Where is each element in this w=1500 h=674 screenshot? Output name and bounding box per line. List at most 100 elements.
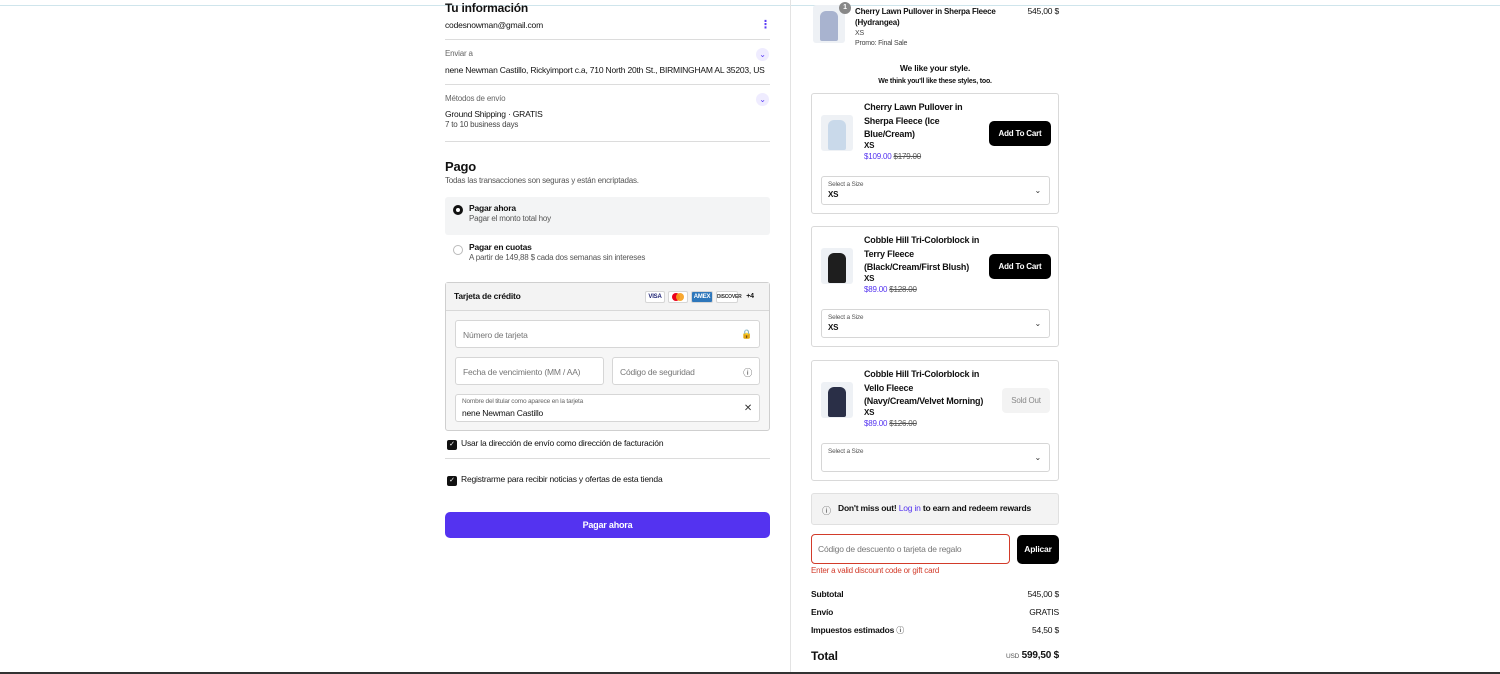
discount-error: Enter a valid discount code or gift card	[811, 566, 940, 575]
recommend-price: $89.00 $128.00	[864, 285, 917, 294]
credit-card-header: Tarjeta de crédito VISA AMEX DISCOVER +4	[446, 283, 769, 311]
recommend-card: Cobble Hill Tri-Colorblock in Terry Flee…	[811, 226, 1059, 347]
size-select-label: Select a Size	[828, 448, 864, 455]
option-title: Pagar en cuotas	[469, 242, 532, 252]
option-sub: Pagar el monto total hoy	[469, 214, 551, 223]
recommend-title: We like your style.	[899, 63, 971, 73]
size-select[interactable]: Select a Size XS ⌄	[821, 309, 1050, 338]
product-photo	[828, 120, 846, 150]
product-image[interactable]	[821, 115, 853, 151]
option-sub: A partir de 149,88 $ cada dos semanas si…	[469, 253, 646, 262]
close-icon[interactable]: ✕	[744, 403, 752, 414]
recommend-card: Cherry Lawn Pullover in Sherpa Fleece (I…	[811, 93, 1059, 214]
lock-icon: 🔒	[740, 329, 752, 339]
visa-icon: VISA	[645, 291, 665, 303]
credit-card-title: Tarjeta de crédito	[454, 291, 521, 301]
cvv-field[interactable]: Código de seguridad ⓘ	[612, 357, 760, 385]
recommend-name[interactable]: Cobble Hill Tri-Colorblock in Vello Flee…	[864, 368, 989, 409]
info-heading: Tu información	[445, 1, 528, 15]
discount-placeholder: Código de descuento o tarjeta de regalo	[818, 544, 962, 554]
shipping-method-value: Ground Shipping · GRATIS	[445, 109, 543, 119]
size-select[interactable]: Select a Size XS ⌄	[821, 176, 1050, 205]
cart-item-price: 545,00 $	[1027, 6, 1060, 16]
chevron-down-icon[interactable]: ⌄	[756, 48, 769, 61]
recommend-size: XS	[864, 274, 875, 283]
discover-icon: DISCOVER	[716, 291, 742, 303]
recommend-price: $89.00 $126.00	[864, 419, 917, 428]
size-select[interactable]: Select a Size ⌄	[821, 443, 1050, 472]
product-photo	[828, 387, 846, 417]
help-circle-icon[interactable]: ⓘ	[743, 366, 752, 379]
size-select-label: Select a Size	[828, 181, 864, 188]
radio-unselected[interactable]	[453, 245, 463, 255]
option-title: Pagar ahora	[469, 203, 516, 213]
sold-out-button: Sold Out	[1002, 388, 1050, 413]
installments-option[interactable]: Pagar en cuotas A partir de 149,88 $ cad…	[445, 238, 770, 268]
billing-checkbox-label: Usar la dirección de envío como direcció…	[461, 438, 664, 448]
rewards-suffix: to earn and redeem rewards	[922, 503, 1032, 513]
card-number-field[interactable]: Número de tarjeta 🔒	[455, 320, 760, 348]
newsletter-checkbox[interactable]: ✓	[447, 476, 457, 486]
shipping-eta: 7 to 10 business days	[445, 120, 519, 129]
radio-selected[interactable]	[453, 205, 463, 215]
currency-label: USD	[1005, 653, 1020, 660]
original-price: $126.00	[889, 419, 917, 428]
total-value: USD 599,50 $	[1006, 650, 1059, 661]
cardholder-field[interactable]: Nombre del titular como aparece en la ta…	[455, 394, 760, 422]
card-number-placeholder: Número de tarjeta	[463, 330, 528, 340]
recommend-name[interactable]: Cherry Lawn Pullover in Sherpa Fleece (I…	[864, 101, 984, 142]
payment-subtitle: Todas las transacciones son seguras y es…	[445, 176, 639, 185]
add-to-cart-button[interactable]: Add To Cart	[989, 254, 1051, 279]
chevron-down-icon: ⌄	[1034, 453, 1041, 462]
chevron-down-icon: ⌄	[1034, 186, 1041, 195]
expiry-field[interactable]: Fecha de vencimiento (MM / AA)	[455, 357, 604, 385]
pay-now-option[interactable]: Pagar ahora Pagar el monto total hoy	[445, 197, 770, 235]
original-price: $128.00	[889, 285, 917, 294]
account-email: codesnowman@gmail.com	[445, 20, 543, 30]
billing-checkbox[interactable]: ✓	[447, 440, 457, 450]
cardholder-value: nene Newman Castillo	[462, 408, 544, 418]
more-vertical-icon[interactable]: ⋮	[760, 18, 771, 31]
divider	[445, 84, 770, 85]
recommend-size: XS	[864, 408, 875, 417]
pay-now-button[interactable]: Pagar ahora	[445, 512, 770, 538]
original-price: $179.00	[893, 152, 922, 161]
sale-price: $89.00	[864, 419, 888, 428]
recommend-subtitle: We think you'll like these styles, too.	[878, 78, 992, 85]
tax-value: 54,50 $	[1032, 625, 1059, 635]
cart-item-name: Cherry Lawn Pullover in Sherpa Fleece (H…	[855, 7, 996, 27]
help-circle-icon[interactable]: ⓘ	[896, 626, 904, 635]
newsletter-checkbox-label: Registrarme para recibir noticias y ofer…	[461, 474, 663, 484]
more-brands: +4	[746, 293, 754, 300]
apply-discount-button[interactable]: Aplicar	[1017, 535, 1059, 564]
top-border	[0, 5, 1500, 6]
rewards-banner: ⓘ Don't miss out! Log in to earn and red…	[811, 493, 1059, 525]
shipping-method-label: Métodos de envío	[445, 94, 506, 103]
product-image[interactable]	[821, 248, 853, 284]
add-to-cart-button[interactable]: Add To Cart	[989, 121, 1051, 146]
size-select-label: Select a Size	[828, 314, 864, 321]
ship-to-address: nene Newman Castillo, Rickyimport c.a, 7…	[445, 65, 765, 75]
rewards-prefix: Don't miss out!	[838, 503, 897, 513]
recommend-name[interactable]: Cobble Hill Tri-Colorblock in Terry Flee…	[864, 234, 989, 275]
product-image[interactable]	[821, 382, 853, 418]
chevron-down-icon[interactable]: ⌄	[756, 93, 769, 106]
ship-to-label: Enviar a	[445, 49, 473, 58]
tax-label-text: Impuestos estimados	[811, 625, 895, 635]
recommend-card: Cobble Hill Tri-Colorblock in Vello Flee…	[811, 360, 1059, 481]
divider	[445, 39, 770, 40]
cart-item-size: XS	[855, 30, 864, 37]
product-photo	[828, 253, 846, 283]
recommend-size: XS	[864, 141, 875, 150]
cardholder-label: Nombre del titular como aparece en la ta…	[462, 398, 584, 405]
info-icon: ⓘ	[822, 506, 831, 516]
discount-code-input[interactable]: Código de descuento o tarjeta de regalo	[811, 534, 1010, 564]
payment-title: Pago	[445, 159, 476, 174]
login-link[interactable]: Log in	[899, 503, 921, 513]
total-label: Total	[811, 649, 838, 663]
rewards-text: Don't miss out! Log in to earn and redee…	[838, 503, 1031, 513]
product-photo	[820, 11, 838, 41]
cvv-placeholder: Código de seguridad	[620, 367, 695, 377]
credit-card-box: Tarjeta de crédito VISA AMEX DISCOVER +4…	[445, 282, 770, 431]
size-select-value: XS	[828, 323, 839, 332]
